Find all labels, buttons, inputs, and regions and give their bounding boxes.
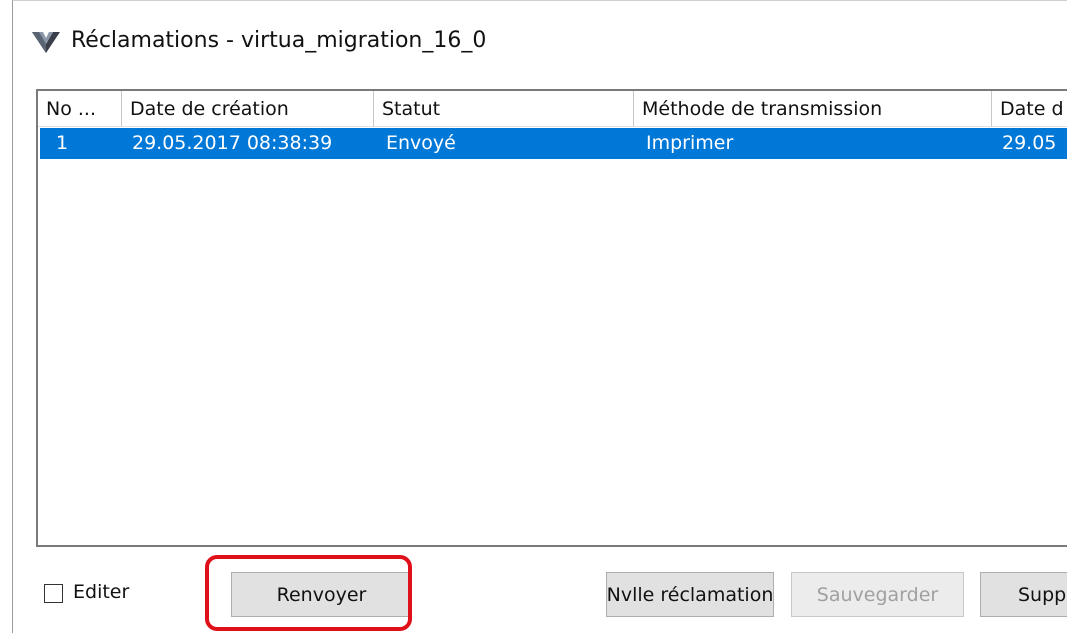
renvoyer-button[interactable]: Renvoyer bbox=[231, 572, 412, 617]
window-title: Réclamations - virtua_migration_16_0 bbox=[71, 28, 487, 53]
supprimer-button[interactable]: Suppr bbox=[980, 572, 1067, 617]
reclamations-list[interactable]: No ... Date de création Statut Méthode d… bbox=[36, 89, 1067, 547]
table-row[interactable]: 1 29.05.2017 08:38:39 Envoyé Imprimer 29… bbox=[40, 128, 1067, 159]
cell-methode: Imprimer bbox=[646, 132, 734, 154]
nouvelle-reclamation-button[interactable]: Nvlle réclamation bbox=[606, 572, 774, 617]
editer-label[interactable]: Editer bbox=[73, 581, 129, 603]
reclamations-window: Réclamations - virtua_migration_16_0 No … bbox=[12, 0, 1067, 633]
editer-checkbox[interactable] bbox=[44, 584, 63, 603]
cell-statut: Envoyé bbox=[386, 132, 456, 154]
sauvegarder-button: Sauvegarder bbox=[791, 572, 964, 617]
virtua-app-icon bbox=[32, 32, 60, 53]
cell-no: 1 bbox=[56, 132, 69, 154]
cell-date-d: 29.05 bbox=[1002, 132, 1057, 154]
column-header-statut[interactable]: Statut bbox=[374, 91, 634, 127]
column-header-date-d[interactable]: Date d bbox=[992, 91, 1067, 127]
column-header-date-creation[interactable]: Date de création bbox=[122, 91, 374, 127]
list-header: No ... Date de création Statut Méthode d… bbox=[38, 91, 1067, 127]
title-bar[interactable]: Réclamations - virtua_migration_16_0 bbox=[13, 1, 1067, 73]
column-header-methode[interactable]: Méthode de transmission bbox=[634, 91, 992, 127]
column-header-no[interactable]: No ... bbox=[38, 91, 122, 127]
cell-date-creation: 29.05.2017 08:38:39 bbox=[132, 132, 333, 154]
